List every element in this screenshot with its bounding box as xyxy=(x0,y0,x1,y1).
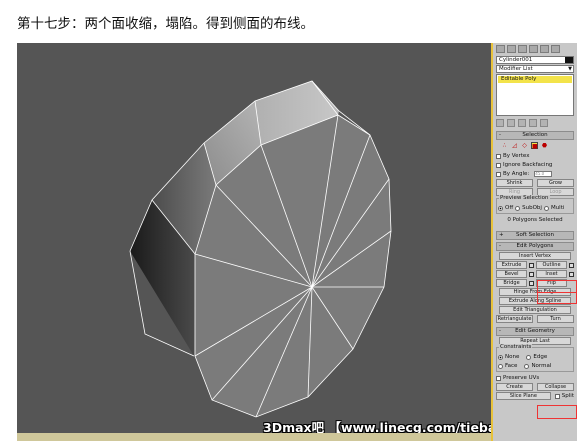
utilities-tab-icon[interactable] xyxy=(551,45,560,53)
grow-button[interactable]: Grow xyxy=(537,179,574,187)
collapse-highlight-box xyxy=(537,405,577,419)
modifier-list-dropdown[interactable]: Modifier List ▼ xyxy=(496,65,574,73)
inset-highlight-box xyxy=(537,292,577,304)
edit-triangulation-button[interactable]: Edit Triangulation xyxy=(499,306,571,314)
bevel-button[interactable]: Bevel xyxy=(496,270,534,278)
shrink-button[interactable]: Shrink xyxy=(496,179,533,187)
create-button[interactable]: Create xyxy=(496,383,533,391)
ignore-backfacing-option[interactable]: Ignore Backfacing xyxy=(496,161,574,169)
constraint-edge-radio[interactable] xyxy=(526,354,532,360)
retriangulate-button[interactable]: Retriangulate xyxy=(496,315,533,323)
bridge-button[interactable]: Bridge xyxy=(496,279,534,287)
by-vertex-checkbox[interactable] xyxy=(496,153,501,159)
motion-tab-icon[interactable] xyxy=(529,45,538,53)
turn-button[interactable]: Turn xyxy=(537,315,574,323)
selection-status: 0 Polygons Selected xyxy=(507,217,563,223)
modifier-list-label: Modifier List xyxy=(499,66,533,72)
constraint-face-radio[interactable] xyxy=(498,363,503,369)
shrink-grow-buttons: Shrink Grow xyxy=(496,179,574,187)
display-tab-icon[interactable] xyxy=(540,45,549,53)
by-angle-option[interactable]: By Angle: 45.0 xyxy=(496,170,574,178)
outline-button[interactable]: Outline xyxy=(536,261,574,269)
inset-settings-icon[interactable] xyxy=(569,272,574,277)
vertex-mode-icon[interactable]: ∴ xyxy=(501,142,508,149)
constraints-group: Constraints None Edge Face Normal xyxy=(496,344,574,372)
selection-rollout-title[interactable]: - Selection xyxy=(496,131,574,140)
perspective-viewport[interactable]: 3Dmax吧 【www.linecg.com/tieba/1771】 xyxy=(17,43,548,435)
preview-selection-label: Preview Selection xyxy=(499,195,550,201)
pin-stack-icon[interactable] xyxy=(496,119,504,127)
step-caption: 第十七步：两个面收缩，塌陷。得到侧面的布线。 xyxy=(17,16,314,32)
cylinder-mesh xyxy=(129,80,392,418)
slice-plane-button[interactable]: Slice Plane xyxy=(496,392,551,400)
remove-modifier-icon[interactable] xyxy=(529,119,537,127)
by-vertex-option[interactable]: By Vertex xyxy=(496,152,574,160)
preview-subobj-radio[interactable] xyxy=(515,205,521,211)
split-option[interactable]: Split xyxy=(554,392,574,400)
by-angle-checkbox[interactable] xyxy=(496,171,501,177)
collapse-button[interactable]: Collapse xyxy=(537,383,574,391)
split-checkbox[interactable] xyxy=(554,393,560,399)
stack-tools xyxy=(493,117,577,129)
extrude-settings-icon[interactable] xyxy=(529,263,534,268)
object-name-value: Cylinder001 xyxy=(499,57,533,63)
subobject-level-icons: ∴ ◿ ◇ ■ ⬣ xyxy=(501,142,569,150)
preserve-uvs-option[interactable]: Preserve UVs xyxy=(496,374,574,382)
by-angle-spinner[interactable]: 45.0 xyxy=(534,171,553,177)
preview-selection-group: Preview Selection Off SubObj Multi xyxy=(496,195,574,214)
edit-polygons-rollout-title[interactable]: - Edit Polygons xyxy=(496,242,574,251)
modify-tab-icon[interactable] xyxy=(507,45,516,53)
timeline-strip xyxy=(17,433,491,441)
stack-item-editable-poly[interactable]: Editable Poly xyxy=(498,76,572,83)
polygon-mode-icon[interactable]: ■ xyxy=(531,142,538,150)
preview-off-radio[interactable] xyxy=(498,205,503,211)
show-end-result-icon[interactable] xyxy=(507,119,515,127)
modifier-stack: Editable Poly xyxy=(496,74,574,116)
extrude-button[interactable]: Extrude xyxy=(496,261,534,269)
bevel-settings-icon[interactable] xyxy=(529,272,534,277)
edit-geometry-rollout-title[interactable]: - Edit Geometry xyxy=(496,327,574,336)
object-name-field[interactable]: Cylinder001 xyxy=(496,56,574,64)
outline-settings-icon[interactable] xyxy=(569,263,574,268)
command-panel: Cylinder001 Modifier List ▼ Editable Pol… xyxy=(491,43,577,441)
object-color-swatch[interactable] xyxy=(565,57,573,63)
stack-item-label: Editable Poly xyxy=(501,76,537,82)
command-panel-tabs xyxy=(493,43,577,55)
edge-mode-icon[interactable]: ◿ xyxy=(511,142,518,149)
ignore-backfacing-checkbox[interactable] xyxy=(496,162,501,168)
constraint-normal-radio[interactable] xyxy=(524,363,530,369)
max-screenshot: 3Dmax吧 【www.linecg.com/tieba/1771】 Cylin… xyxy=(17,43,577,441)
insert-vertex-button[interactable]: Insert Vertex xyxy=(499,252,571,260)
hierarchy-tab-icon[interactable] xyxy=(518,45,527,53)
preview-multi-radio[interactable] xyxy=(543,205,549,211)
preserve-uvs-checkbox[interactable] xyxy=(496,375,501,381)
chevron-down-icon: ▼ xyxy=(568,66,572,72)
inset-button[interactable]: Inset xyxy=(536,270,574,278)
constraints-label: Constraints xyxy=(499,344,533,350)
soft-selection-rollout-title[interactable]: + Soft Selection xyxy=(496,231,574,240)
configure-modifier-sets-icon[interactable] xyxy=(540,119,548,127)
make-unique-icon[interactable] xyxy=(518,119,526,127)
bridge-settings-icon[interactable] xyxy=(529,281,534,286)
create-tab-icon[interactable] xyxy=(496,45,505,53)
element-mode-icon[interactable]: ⬣ xyxy=(541,142,548,149)
border-mode-icon[interactable]: ◇ xyxy=(521,142,528,149)
constraint-none-radio[interactable] xyxy=(498,354,503,360)
